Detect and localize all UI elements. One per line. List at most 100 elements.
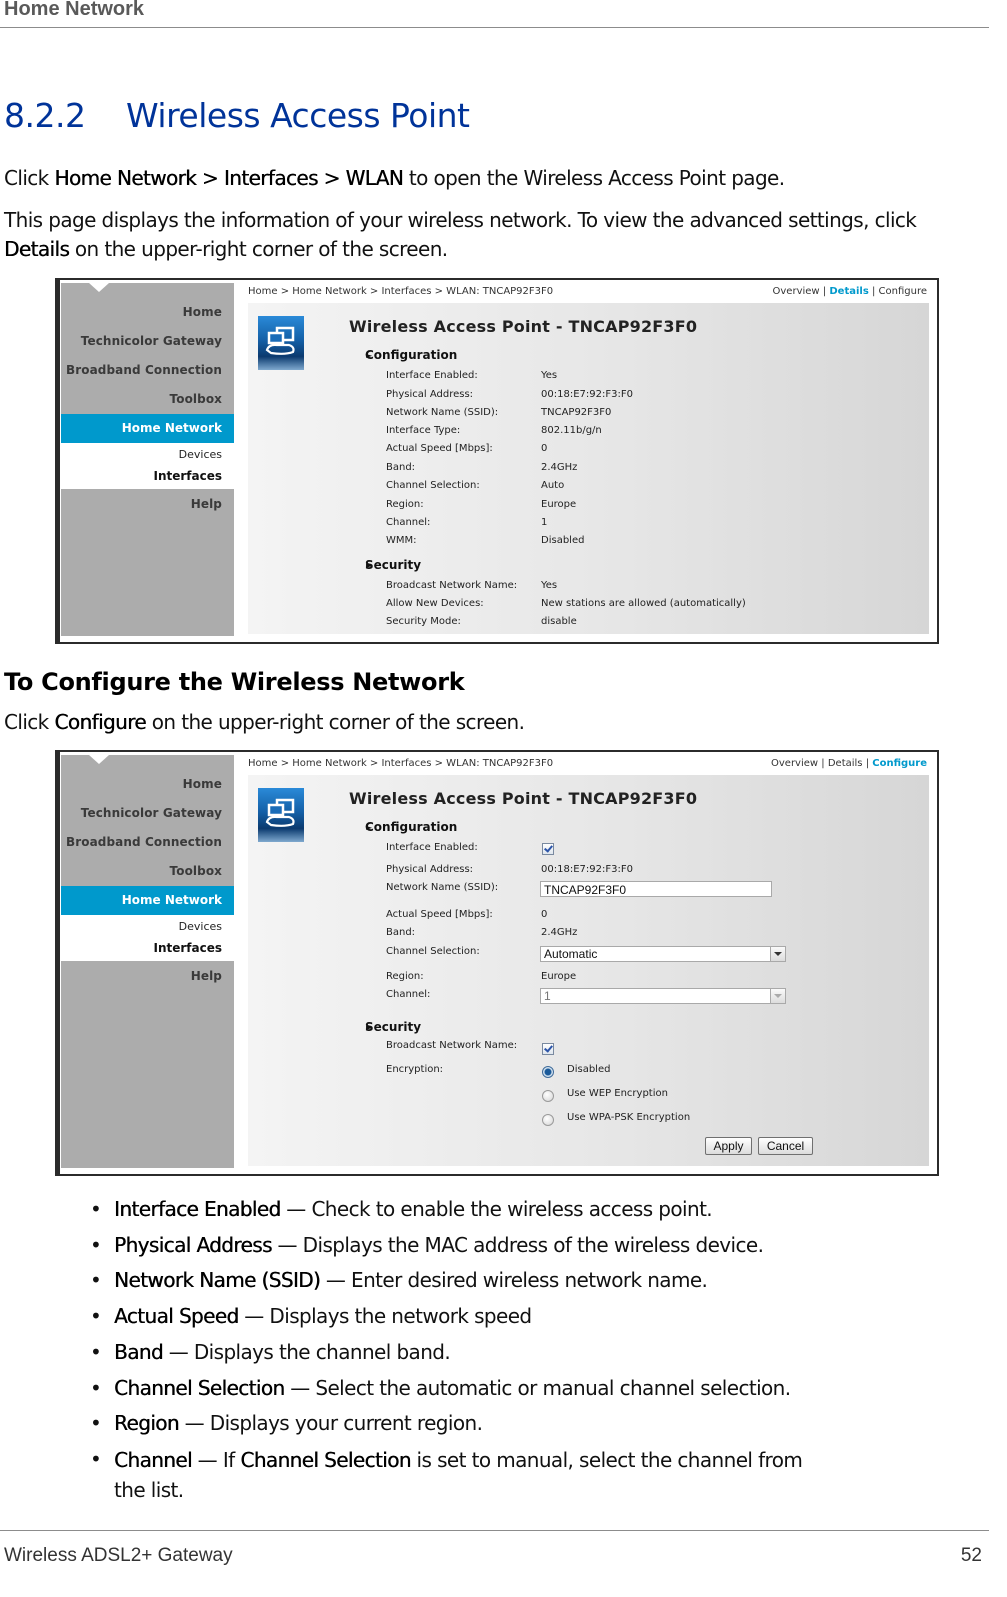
band-value: 2.4GHz [541,927,578,938]
term: Network Name (SSID) [114,1268,321,1293]
encryption-disabled-radio[interactable] [542,1066,554,1078]
nav-sub-devices[interactable]: Devices [179,920,222,933]
nav-item-label: Home Network [121,421,222,435]
broadcast-label: Broadcast Network Name: [386,1040,518,1051]
bullet-icon: • [90,1375,102,1400]
detail-value: Yes [541,580,558,591]
nav-item-home-network[interactable]: Home Network [61,886,234,915]
tab-details[interactable]: Details [828,758,863,769]
nav-item-home[interactable]: Home [183,305,222,319]
actual-speed-value: 0 [541,909,548,920]
subheading: To Configure the Wireless Network [4,668,465,696]
detail-label: Allow New Devices: [386,598,484,609]
nav-item-toolbox[interactable]: Toolbox [170,864,222,878]
detail-value: Disabled [541,535,585,546]
intro-paragraph-2: This page displays the information of yo… [4,206,964,264]
detail-label: Interface Type: [386,425,461,436]
region-label: Region: [386,971,424,982]
term: Physical Address [114,1232,272,1257]
term: Region [114,1411,179,1436]
description: — If [191,1447,241,1472]
nav-submenu: Devices Interfaces [61,443,234,489]
ssid-input[interactable]: TNCAP92F3F0 [540,881,772,897]
encryption-label: Encryption: [386,1064,444,1075]
breadcrumb: Home > Home Network > Interfaces > WLAN:… [248,286,554,297]
sidebar-nav: Home Technicolor Gateway Broadband Conne… [61,755,234,1168]
tab-overview[interactable]: Overview [771,758,818,769]
chevron-down-icon[interactable] [770,989,785,1003]
detail-value: Europe [541,499,577,510]
nav-item-home[interactable]: Home [183,777,222,791]
section-title: 8.2.2 Wireless Access Point [4,96,470,135]
term: Channel Selection [114,1375,285,1400]
detail-label: Channel: [386,517,431,528]
bullet-icon: • [90,1339,102,1364]
nav-item-broadband-connection[interactable]: Broadband Connection [66,835,222,849]
interface-enabled-checkbox[interactable] [542,843,554,855]
nav-sub-devices[interactable]: Devices [179,448,222,461]
tab-separator: | [822,286,827,297]
detail-label: Band: [386,462,416,473]
text: Click [4,710,55,734]
nav-item-help[interactable]: Help [191,969,222,983]
tab-configure[interactable]: Configure [872,758,927,769]
tab-details[interactable]: Details [829,286,868,297]
apply-button[interactable]: Apply [705,1137,752,1155]
nav-item-technicolor-gateway[interactable]: Technicolor Gateway [81,334,222,348]
security-heading: Security [365,558,422,572]
channel-select[interactable]: 1 [540,988,786,1004]
tab-separator: | [865,758,870,769]
nav-sub-interfaces[interactable]: Interfaces [153,941,222,955]
detail-label: Broadcast Network Name: [386,580,518,591]
nav-item-toolbox[interactable]: Toolbox [170,392,222,406]
encryption-option-label: Use WPA-PSK Encryption [567,1112,691,1123]
list-item-text: Actual Speed — Displays the network spee… [114,1304,532,1328]
nav-notch [89,283,109,292]
channel-selection-select[interactable]: Automatic [540,946,786,962]
tab-overview[interactable]: Overview [773,286,820,297]
chevron-down-icon[interactable] [770,947,785,961]
page-heading: Wireless Access Point - TNCAP92F3F0 [349,789,698,808]
text: Click [4,166,55,190]
description: — Displays the MAC address of the wirele… [271,1232,764,1257]
encryption-option-label: Use WEP Encryption [567,1088,668,1099]
encryption-wpa-psk-radio[interactable] [542,1114,554,1126]
description: — Enter desired wireless network name. [320,1268,708,1293]
tab-configure[interactable]: Configure [879,286,927,297]
list-item-text: Channel — If Channel Selection is set to… [114,1445,803,1505]
header-rule [0,27,989,28]
description: — Select the automatic or manual channel… [284,1375,791,1400]
broadcast-checkbox[interactable] [542,1043,554,1055]
nav-item-home-network[interactable]: Home Network [61,414,234,443]
detail-label: Interface Enabled: [386,370,478,381]
encryption-wep-radio[interactable] [542,1090,554,1102]
nav-item-technicolor-gateway[interactable]: Technicolor Gateway [81,806,222,820]
breadcrumb: Home > Home Network > Interfaces > WLAN:… [248,758,554,769]
nav-item-broadband-connection[interactable]: Broadband Connection [66,363,222,377]
detail-value: TNCAP92F3F0 [541,407,612,418]
configure-screenshot: Home Technicolor Gateway Broadband Conne… [55,750,939,1176]
nav-sub-interfaces[interactable]: Interfaces [153,469,222,483]
detail-value: Auto [541,480,565,491]
nav-item-help[interactable]: Help [191,497,222,511]
bullet-icon: • [90,1304,102,1329]
list-item-text: Network Name (SSID) — Enter desired wire… [114,1268,708,1293]
footer-product-name: Wireless ADSL2+ Gateway [4,1545,233,1566]
description: — Displays your current region. [178,1411,483,1436]
description: the list. [114,1477,184,1502]
term: Interface Enabled [114,1197,281,1221]
detail-value: 0 [541,443,548,454]
detail-label: Security Mode: [386,616,461,627]
description: — Check to enable the wireless access po… [280,1197,713,1221]
view-tabs: Overview | Details | Configure [773,286,927,297]
physical-address-label: Physical Address: [386,864,474,875]
cancel-button[interactable]: Cancel [758,1137,813,1155]
description: — Displays the network speed [238,1304,532,1329]
nav-notch [89,755,109,764]
security-heading: Security [365,1020,422,1034]
text: This page displays the information of yo… [4,208,917,232]
region-value: Europe [541,971,577,982]
content-panel: Wireless Access Point - TNCAP92F3F0 ► Co… [248,303,929,634]
ssid-label: Network Name (SSID): [386,882,499,893]
detail-value: 00:18:E7:92:F3:F0 [541,389,633,400]
